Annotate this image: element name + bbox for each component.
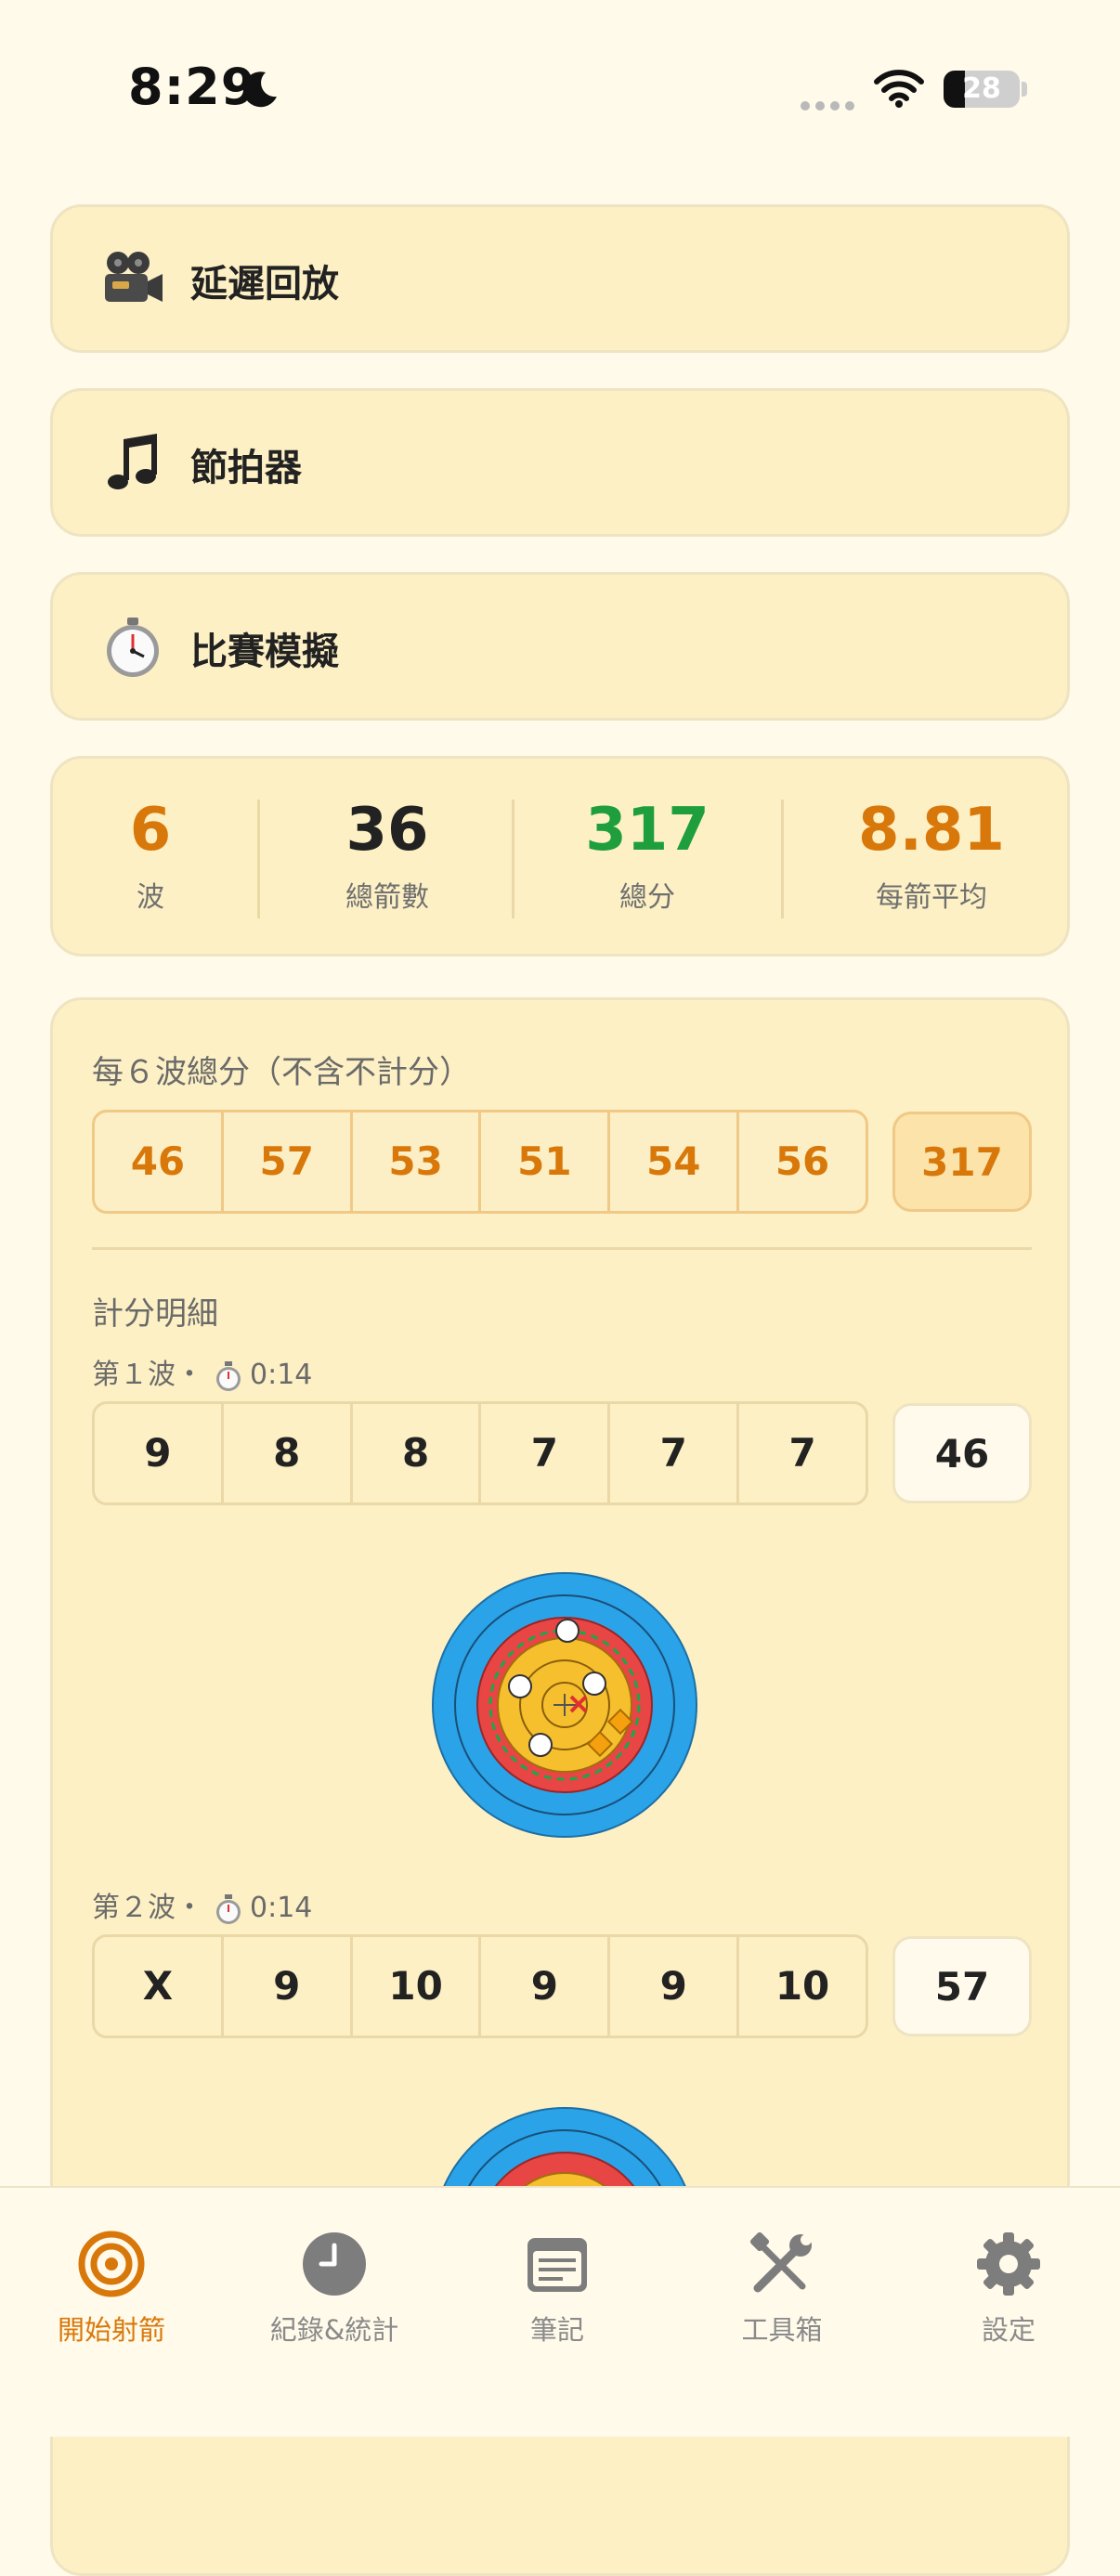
arrow-score: 9 — [224, 1937, 353, 2036]
menu-label: 節拍器 — [190, 447, 302, 489]
menu-label: 比賽模擬 — [190, 631, 339, 673]
battery-indicator: 28 — [944, 71, 1020, 108]
arrow-score: 7 — [788, 1430, 816, 1476]
moon-icon — [242, 72, 277, 108]
arrow-score: 9 — [610, 1937, 740, 2036]
menu-metronome[interactable]: 節拍器 — [50, 388, 1070, 537]
summary-title: 每６波總分（不含不計分） — [92, 1054, 471, 1091]
summary-value: 57 — [224, 1112, 353, 1211]
arrow-score: 9 — [481, 1937, 611, 2036]
summary-round-totals: 46 57 53 51 54 56 — [92, 1110, 868, 1214]
status-bar: 8:29 28 — [0, 0, 1120, 186]
tools-icon — [749, 2231, 812, 2293]
battery-tip — [1022, 82, 1027, 97]
gear-icon — [977, 2232, 1040, 2296]
music-note-icon — [108, 434, 157, 489]
arrow-score: 9 — [95, 1404, 224, 1503]
battery-percent: 28 — [962, 72, 1001, 105]
signal-dots-icon — [801, 97, 860, 114]
arrow-score: 8 — [353, 1404, 482, 1503]
clock-icon — [303, 2232, 366, 2296]
tab-bar: 開始射箭 紀錄&統計 筆記 工具箱 設定 — [0, 2186, 1120, 2437]
arrow-score: X — [95, 1937, 224, 2036]
arrow-score: 8 — [224, 1404, 353, 1503]
menu-delayed-replay[interactable]: 延遲回放 — [50, 204, 1070, 353]
arrow-score: 10 — [353, 1937, 482, 2036]
round-1-header: 第１波・ 0:14 — [92, 1359, 313, 1391]
summary-value: 54 — [610, 1112, 740, 1211]
stat-total-score: 317 總分 — [585, 796, 710, 914]
tab-settings[interactable]: 設定 — [906, 2231, 1111, 2348]
summary-value: 46 — [95, 1112, 224, 1211]
wifi-icon — [874, 70, 924, 108]
stat-total-arrows: 36 總箭數 — [345, 796, 429, 914]
tab-records-stats[interactable]: 紀錄&統計 — [232, 2231, 436, 2348]
status-time: 8:29 — [128, 58, 257, 116]
round-2-header: 第２波・ 0:14 — [92, 1892, 313, 1924]
tab-start-shooting[interactable]: 開始射箭 — [9, 2231, 214, 2348]
stopwatch-icon — [216, 1893, 241, 1924]
summary-value: 53 — [353, 1112, 482, 1211]
stat-average: 8.81 每箭平均 — [858, 796, 1005, 914]
stats-summary-card: 6 波 36 總箭數 317 總分 8.81 每箭平均 — [50, 756, 1070, 956]
movie-camera-icon — [105, 252, 163, 302]
round-1-total: 46 — [892, 1403, 1032, 1503]
tab-toolbox[interactable]: 工具箱 — [680, 2231, 884, 2348]
arrow-score: 7 — [610, 1404, 740, 1503]
summary-total: 317 — [892, 1112, 1032, 1212]
round-2-total: 57 — [892, 1936, 1032, 2036]
summary-value: 56 — [775, 1138, 830, 1184]
divider — [92, 1247, 1032, 1250]
target-icon — [78, 2231, 145, 2297]
notes-icon — [527, 2238, 587, 2292]
stopwatch-icon — [107, 618, 159, 677]
summary-value: 51 — [481, 1112, 611, 1211]
menu-competition-sim[interactable]: 比賽模擬 — [50, 572, 1070, 721]
round-1-target[interactable] — [430, 1570, 699, 1840]
stopwatch-icon — [216, 1360, 241, 1391]
stat-rounds: 6 波 — [129, 796, 172, 914]
arrow-score: 10 — [775, 1963, 830, 2009]
round-2-scores[interactable]: X 9 10 9 9 10 — [92, 1934, 868, 2038]
details-title: 計分明細 — [92, 1295, 218, 1333]
tab-notes[interactable]: 筆記 — [455, 2231, 659, 2348]
round-1-scores[interactable]: 9 8 8 7 7 7 — [92, 1401, 868, 1505]
menu-label: 延遲回放 — [190, 263, 339, 306]
arrow-score: 7 — [481, 1404, 611, 1503]
